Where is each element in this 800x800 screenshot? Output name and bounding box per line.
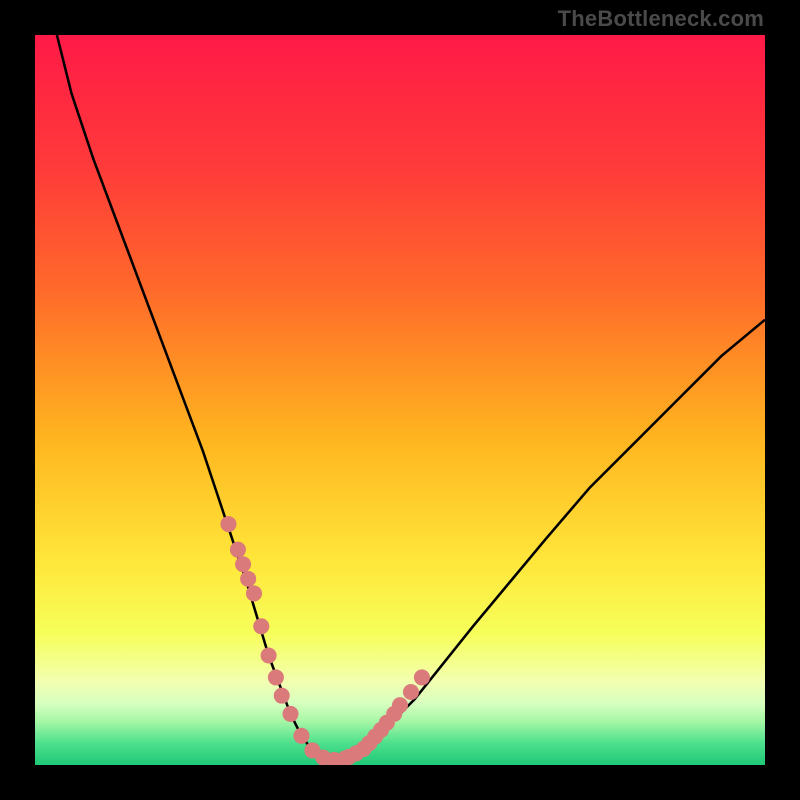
watermark-text: TheBottleneck.com — [558, 6, 764, 32]
marker-point — [403, 684, 419, 700]
highlighted-points — [220, 516, 430, 765]
chart-svg — [35, 35, 765, 765]
marker-point — [240, 571, 256, 587]
marker-point — [293, 728, 309, 744]
bottleneck-curve — [57, 35, 765, 761]
marker-point — [282, 706, 298, 722]
marker-point — [253, 618, 269, 634]
marker-point — [414, 669, 430, 685]
marker-point — [246, 585, 262, 601]
marker-point — [392, 697, 408, 713]
marker-point — [220, 516, 236, 532]
marker-point — [230, 542, 246, 558]
marker-point — [274, 688, 290, 704]
chart-frame: TheBottleneck.com — [0, 0, 800, 800]
plot-area — [35, 35, 765, 765]
marker-point — [268, 669, 284, 685]
marker-point — [235, 556, 251, 572]
marker-point — [261, 647, 277, 663]
